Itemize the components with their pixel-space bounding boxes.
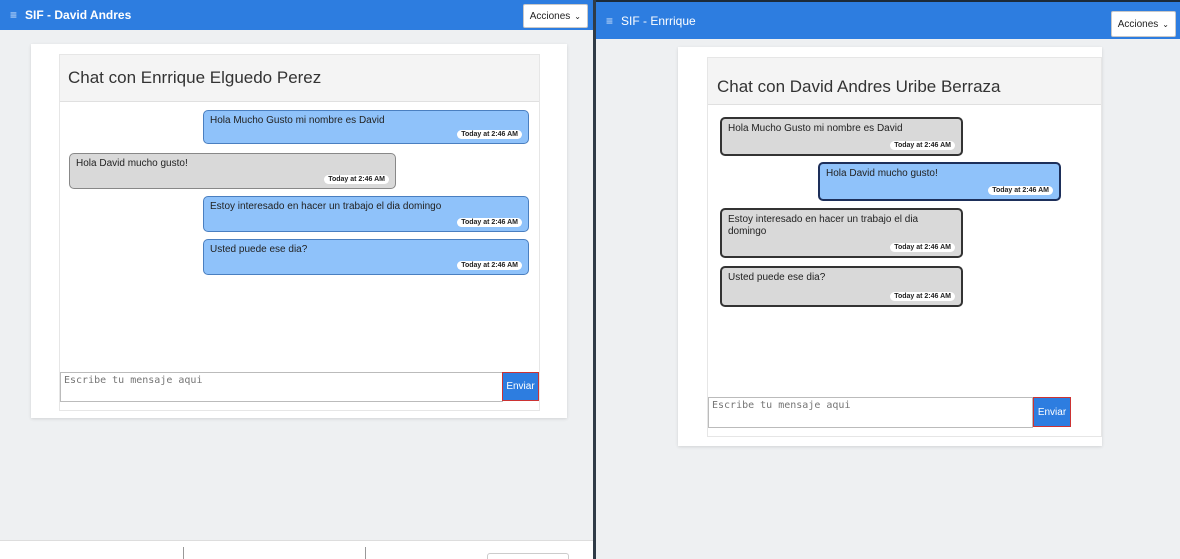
message-bubble: Hola David mucho gusto! Today at 2:46 AM [69, 153, 396, 189]
message-text: Hola Mucho Gusto mi nombre es David [210, 115, 385, 126]
message-timestamp: Today at 2:46 AM [890, 141, 955, 150]
chat-title: Chat con David Andres Uribe Berraza [708, 58, 1101, 105]
message-bubble: Hola Mucho Gusto mi nombre es David Toda… [203, 110, 529, 144]
message-bubble: Hola David mucho gusto! Today at 2:46 AM [818, 162, 1061, 201]
message-input[interactable] [708, 397, 1033, 428]
hamburger-icon[interactable]: ≡ [606, 14, 613, 28]
message-text: Hola David mucho gusto! [826, 168, 938, 179]
message-text: Estoy interesado en hacer un trabajo el … [728, 214, 919, 237]
divider [183, 547, 184, 559]
message-timestamp: Today at 2:46 AM [457, 130, 522, 139]
left-window: ≡ SIF - David Andres Acciones ⌄ Chat con… [0, 0, 593, 559]
chat-card: Chat con David Andres Uribe Berraza Hola… [678, 47, 1102, 446]
right-window: ≡ SIF - Enrrique Acciones ⌄ Chat con Dav… [596, 0, 1180, 559]
app-title: SIF - David Andres [25, 8, 132, 22]
message-timestamp: Today at 2:46 AM [988, 186, 1053, 195]
message-text: Estoy interesado en hacer un trabajo el … [210, 201, 442, 212]
send-button[interactable]: Enviar [502, 372, 539, 401]
bottom-toolbar [0, 540, 593, 559]
message-timestamp: Today at 2:46 AM [457, 261, 522, 270]
message-bubble: Hola Mucho Gusto mi nombre es David Toda… [720, 117, 963, 156]
top-navbar: ≡ SIF - Enrrique Acciones ⌄ [596, 0, 1180, 39]
message-bubble: Usted puede ese dia? Today at 2:46 AM [720, 266, 963, 307]
top-navbar: ≡ SIF - David Andres Acciones ⌄ [0, 0, 593, 30]
message-text: Usted puede ese dia? [728, 272, 826, 283]
app-title: SIF - Enrrique [621, 13, 696, 28]
chevron-down-icon: ⌄ [1162, 19, 1169, 29]
message-timestamp: Today at 2:46 AM [890, 292, 955, 301]
chat-card: Chat con Enrrique Elguedo Perez Hola Muc… [31, 44, 567, 418]
message-timestamp: Today at 2:46 AM [890, 243, 955, 252]
chat-title: Chat con Enrrique Elguedo Perez [60, 55, 539, 102]
message-bubble: Estoy interesado en hacer un trabajo el … [720, 208, 963, 258]
send-button[interactable]: Enviar [1033, 397, 1071, 427]
message-text: Usted puede ese dia? [210, 244, 308, 255]
bottom-tab[interactable] [487, 553, 569, 559]
message-text: Hola Mucho Gusto mi nombre es David [728, 123, 903, 134]
actions-label: Acciones [1117, 18, 1159, 30]
chat-panel: Chat con Enrrique Elguedo Perez Hola Muc… [59, 54, 540, 411]
divider [365, 547, 366, 559]
chat-panel: Chat con David Andres Uribe Berraza Hola… [707, 57, 1102, 437]
message-bubble: Usted puede ese dia? Today at 2:46 AM [203, 239, 529, 275]
hamburger-icon[interactable]: ≡ [10, 8, 17, 22]
message-text: Hola David mucho gusto! [76, 158, 188, 169]
message-input[interactable] [60, 372, 503, 402]
message-timestamp: Today at 2:46 AM [457, 218, 522, 227]
actions-dropdown-button[interactable]: Acciones ⌄ [1110, 11, 1176, 37]
actions-label: Acciones [529, 10, 571, 22]
chevron-down-icon: ⌄ [574, 11, 581, 21]
message-bubble: Estoy interesado en hacer un trabajo el … [203, 196, 529, 232]
actions-dropdown-button[interactable]: Acciones ⌄ [522, 4, 588, 28]
message-timestamp: Today at 2:46 AM [324, 175, 389, 184]
